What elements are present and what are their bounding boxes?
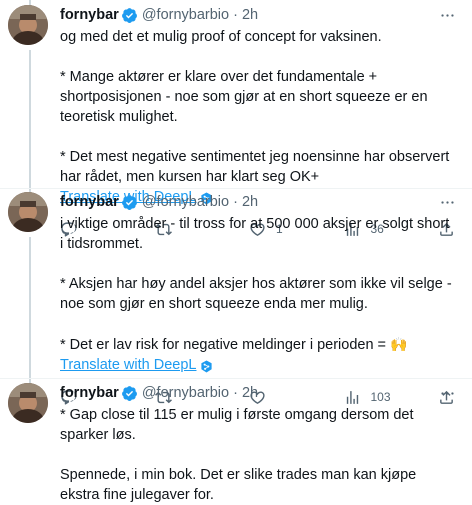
raising-hands-emoji: 🙌 bbox=[390, 336, 408, 352]
avatar[interactable] bbox=[8, 192, 48, 232]
tweet-paragraph: Spennede, i min bok. Det er slike trades… bbox=[60, 467, 417, 503]
tweet-paragraph: * Mange aktører er klare over det fundam… bbox=[60, 69, 428, 125]
translate-label: Translate with DeepL bbox=[60, 357, 197, 373]
tweet-3[interactable]: fornybar @fornybarbio · 2h * Gap close t… bbox=[0, 378, 472, 503]
tweet-paragraph-with-emoji: * Det er lav risk for negative meldinger… bbox=[60, 334, 456, 355]
author-name[interactable]: fornybar bbox=[60, 192, 119, 212]
separator-dot: · bbox=[233, 7, 238, 23]
tweet-header: fornybar @fornybarbio · 2h bbox=[60, 383, 456, 403]
avatar-column bbox=[8, 383, 60, 475]
tweet-text: og med det et mulig proof of concept for… bbox=[60, 27, 456, 187]
author-handle[interactable]: @fornybarbio bbox=[142, 5, 229, 25]
more-icon[interactable] bbox=[438, 193, 456, 211]
tweet-paragraph: * Gap close til 115 er mulig i første om… bbox=[60, 407, 414, 443]
verified-badge-icon bbox=[121, 7, 138, 24]
avatar-column bbox=[8, 192, 60, 378]
verified-badge-icon bbox=[121, 385, 138, 402]
separator-dot: · bbox=[233, 194, 238, 210]
avatar[interactable] bbox=[8, 5, 48, 45]
tweet-text: i viktige områder - til tross for at 500… bbox=[60, 214, 456, 355]
timestamp[interactable]: 2h bbox=[242, 383, 258, 403]
author-name[interactable]: fornybar bbox=[60, 383, 119, 403]
tweet-text: * Gap close til 115 er mulig i første om… bbox=[60, 405, 456, 505]
more-icon[interactable] bbox=[438, 6, 456, 24]
tweet-paragraph: og med det et mulig proof of concept for… bbox=[60, 29, 382, 45]
avatar[interactable] bbox=[8, 383, 48, 423]
timestamp[interactable]: 2h bbox=[242, 192, 258, 212]
verified-badge-icon bbox=[121, 194, 138, 211]
tweet-paragraph: * Det mest negative sentimentet jeg noen… bbox=[60, 149, 450, 185]
tweet-content: fornybar @fornybarbio · 2h i viktige omr… bbox=[60, 192, 456, 405]
more-icon[interactable] bbox=[438, 384, 456, 402]
tweet-content: fornybar @fornybarbio · 2h * Gap close t… bbox=[60, 383, 456, 503]
tweet-paragraph: * Aksjen har høy andel aksjer hos aktøre… bbox=[60, 276, 452, 312]
tweet-header: fornybar @fornybarbio · 2h bbox=[60, 5, 456, 25]
tweet-paragraph: * Det er lav risk for negative meldinger… bbox=[60, 337, 387, 353]
author-handle[interactable]: @fornybarbio bbox=[142, 192, 229, 212]
timeline: fornybar @fornybarbio · 2h og med det et… bbox=[0, 0, 472, 503]
avatar-column bbox=[8, 5, 60, 188]
tweet-1[interactable]: fornybar @fornybarbio · 2h og med det et… bbox=[0, 0, 472, 237]
timestamp[interactable]: 2h bbox=[242, 5, 258, 25]
tweet-content: fornybar @fornybarbio · 2h og med det et… bbox=[60, 5, 456, 237]
tweet-paragraph: i viktige områder - til tross for at 500… bbox=[60, 216, 450, 252]
separator-dot: · bbox=[233, 385, 238, 401]
deepl-icon bbox=[200, 359, 213, 373]
tweet-2[interactable]: fornybar @fornybarbio · 2h i viktige omr… bbox=[0, 188, 472, 405]
tweet-header: fornybar @fornybarbio · 2h bbox=[60, 192, 456, 212]
translate-link[interactable]: Translate with DeepL bbox=[60, 355, 213, 375]
author-name[interactable]: fornybar bbox=[60, 5, 119, 25]
author-handle[interactable]: @fornybarbio bbox=[142, 383, 229, 403]
